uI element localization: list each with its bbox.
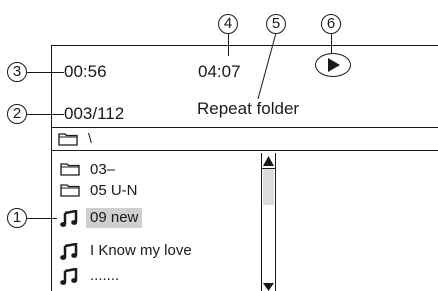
music-note-icon — [60, 210, 78, 227]
scrollbar-thumb[interactable] — [263, 169, 274, 205]
track-counter: 003/112 — [64, 104, 125, 123]
play-button[interactable] — [315, 53, 351, 77]
list-item-label: 03– — [90, 161, 116, 178]
callout-5-leader — [257, 33, 277, 100]
total-time: 04:07 — [198, 62, 241, 81]
callout-3-leader — [27, 72, 64, 73]
repeat-mode: Repeat folder — [197, 99, 300, 118]
current-path: \ — [88, 130, 92, 146]
list-item-label: ....... — [90, 267, 120, 284]
callout-4: 4 — [218, 14, 238, 34]
screen-left-border — [51, 45, 52, 291]
music-note-icon — [60, 268, 78, 285]
callout-2-leader — [27, 114, 64, 115]
callout-5: 5 — [266, 14, 286, 34]
elapsed-time: 00:56 — [64, 62, 107, 81]
scrollbar[interactable] — [261, 153, 276, 291]
music-note-icon — [60, 243, 78, 260]
folder-icon — [60, 184, 80, 197]
screen-top-border — [51, 45, 438, 46]
callout-1-leader — [27, 218, 57, 219]
folder-icon — [58, 133, 78, 146]
play-icon — [328, 57, 340, 72]
path-bar: \ — [58, 129, 178, 149]
path-bar-top-border — [51, 127, 438, 128]
folder-icon — [60, 163, 80, 176]
callout-3: 3 — [7, 62, 27, 82]
callout-6: 6 — [321, 14, 341, 34]
callout-1: 1 — [7, 208, 27, 228]
path-bar-bottom-border — [51, 150, 438, 151]
scroll-up-arrow-icon[interactable] — [262, 155, 275, 167]
callout-4-leader — [228, 34, 229, 56]
list-item-label: 09 new — [86, 208, 143, 228]
scroll-down-arrow-icon[interactable] — [262, 283, 275, 291]
callout-2: 2 — [7, 104, 27, 124]
list-item-label: I Know my love — [90, 242, 192, 259]
callout-6-leader — [331, 34, 332, 53]
list-item-label: 05 U-N — [90, 182, 138, 199]
